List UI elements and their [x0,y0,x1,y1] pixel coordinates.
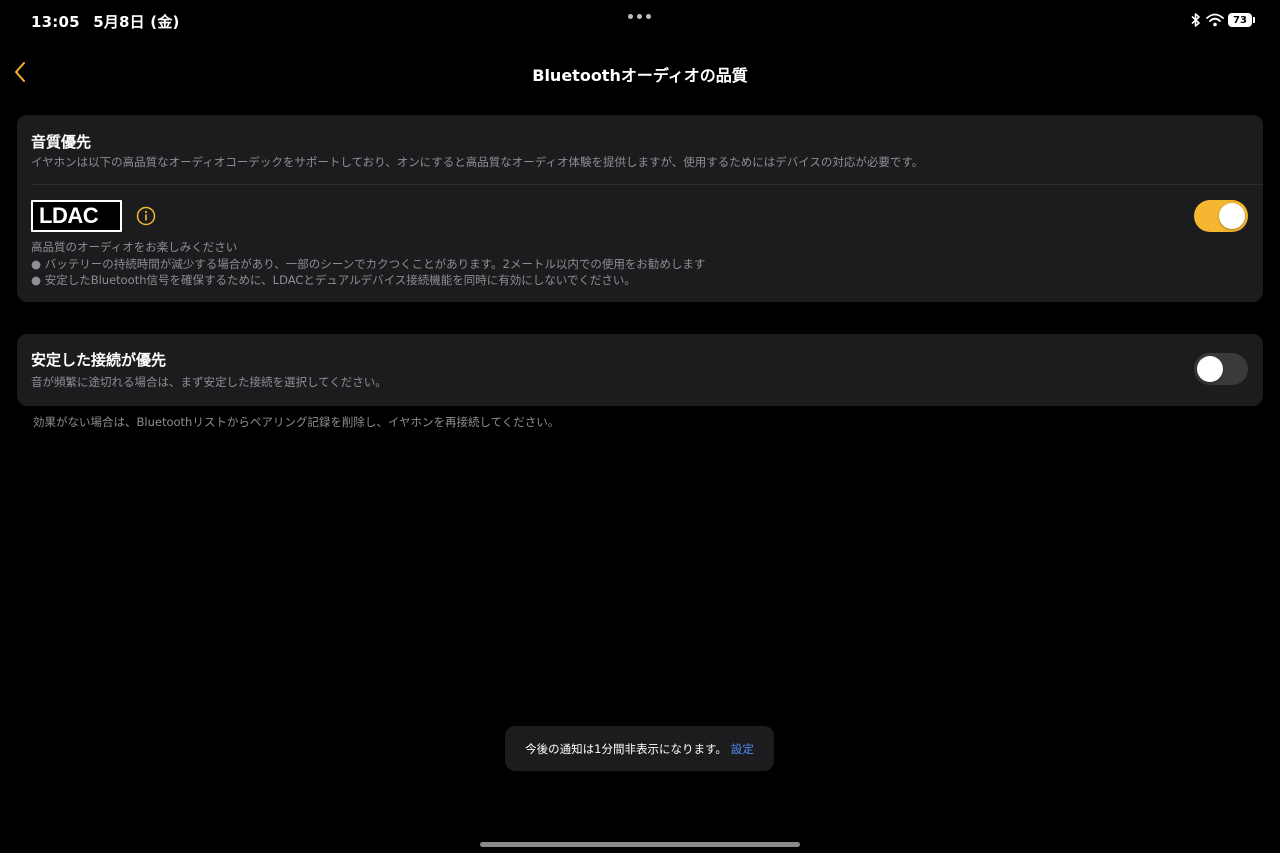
wifi-icon [1206,13,1224,27]
status-time-date: 13:05 5月8日 (金) [31,11,188,32]
footnote-text: 効果がない場合は、Bluetoothリストからペアリング記録を削除し、イヤホンを… [33,415,560,429]
quality-priority-description: イヤホンは以下の高品質なオーディオコーデックをサポートしており、オンにすると高品… [31,155,924,169]
multitasking-dots-icon[interactable] [628,14,652,20]
ldac-detail-line: ● 安定したBluetooth信号を確保するために、LDACとデュアルデバイス接… [31,273,636,287]
info-circle-icon[interactable] [136,206,156,226]
toast-notification: 今後の通知は1分間非表示になります。 設定 [505,726,774,771]
battery-icon: 73 [1228,13,1255,27]
quality-priority-title: 音質優先 [31,133,92,151]
status-bar: 13:05 5月8日 (金) 73 [0,0,1280,40]
ldac-logo: LDAC [31,200,122,232]
toast-settings-link[interactable]: 設定 [731,741,754,757]
stable-connection-title: 安定した接続が優先 [31,351,167,369]
toggle-knob [1197,356,1223,382]
divider [31,184,1263,185]
ldac-logo-text: LDAC [33,202,120,230]
status-icons: 73 [1190,10,1255,30]
bluetooth-icon [1191,13,1200,27]
ldac-details: 高品質のオーディオをお楽しみください ● バッテリーの持続時間が減少する場合があ… [31,239,705,289]
home-indicator[interactable] [480,842,800,847]
toggle-knob [1219,203,1245,229]
toast-message: 今後の通知は1分間非表示になります。 [525,741,727,756]
status-date: 5月8日 (金) [93,13,180,31]
stable-connection-description: 音が頻繁に途切れる場合は、まず安定した接続を選択してください。 [31,375,387,389]
ldac-toggle[interactable] [1194,200,1248,232]
stable-connection-card: 安定した接続が優先 音が頻繁に途切れる場合は、まず安定した接続を選択してください… [17,334,1263,406]
status-time: 13:05 [31,13,80,31]
page-title: Bluetoothオーディオの品質 [532,66,748,85]
quality-priority-card: 音質優先 イヤホンは以下の高品質なオーディオコーデックをサポートしており、オンに… [17,115,1263,302]
ldac-detail-line: 高品質のオーディオをお楽しみください [31,240,238,254]
nav-bar: Bluetoothオーディオの品質 [0,52,1280,92]
stable-connection-toggle[interactable] [1194,353,1248,385]
battery-level: 73 [1233,14,1247,26]
ldac-detail-line: ● バッテリーの持続時間が減少する場合があり、一部のシーンでカクつくことがありま… [31,256,706,271]
